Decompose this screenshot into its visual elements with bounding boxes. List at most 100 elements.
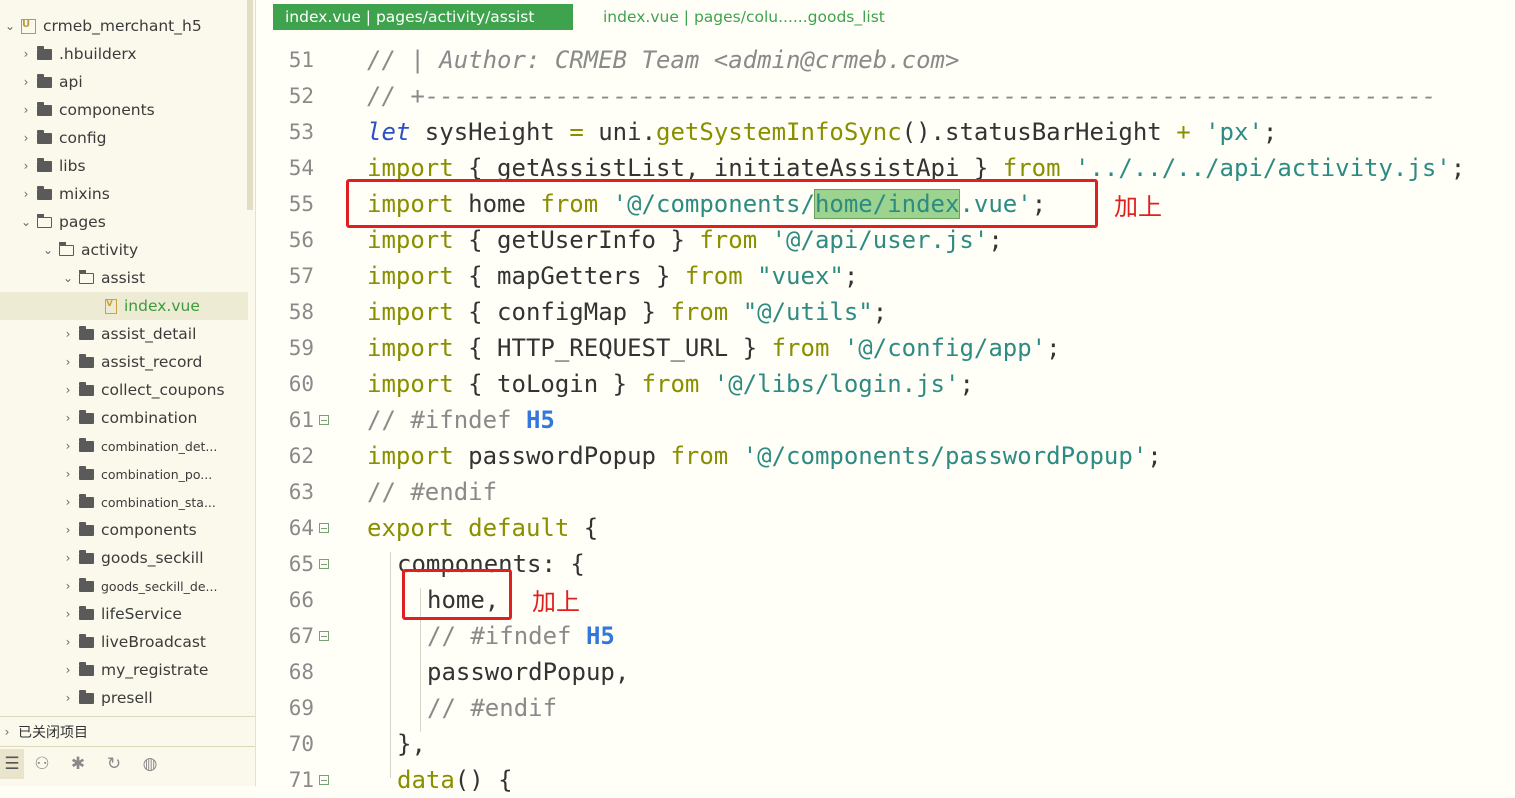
code-line[interactable]: 51 // | Author: CRMEB Team <admin@crmeb.c… <box>258 42 1515 78</box>
folder-item[interactable]: › combination_po... <box>0 460 248 488</box>
tree-item-label: index.vue <box>124 297 200 315</box>
binoculars-icon[interactable]: ⚇ <box>24 749 60 779</box>
bug-icon[interactable]: ✱ <box>60 749 96 779</box>
folder-item[interactable]: › combination_sta... <box>0 488 248 516</box>
folder-item[interactable]: › presell <box>0 684 248 712</box>
chevron-right-icon[interactable]: › <box>61 411 75 425</box>
chevron-right-icon[interactable]: › <box>19 131 33 145</box>
code-line[interactable]: 57 import { mapGetters } from "vuex"; <box>258 258 1515 294</box>
chevron-right-icon[interactable]: › <box>61 579 75 593</box>
chevron-right-icon[interactable]: › <box>61 607 75 621</box>
folder-item[interactable]: ⌄ activity <box>0 236 248 264</box>
code-token: { <box>569 514 599 542</box>
chevron-right-icon[interactable]: › <box>19 75 33 89</box>
chevron-right-icon[interactable]: › <box>61 439 75 453</box>
code-line[interactable]: 59 import { HTTP_REQUEST_URL } from '@/co… <box>258 330 1515 366</box>
code-line[interactable]: 71 data() { <box>258 762 1515 798</box>
folder-item[interactable]: › api <box>0 68 248 96</box>
code-text: import { mapGetters } from "vuex"; <box>333 262 858 290</box>
explorer-icon[interactable]: ☰ <box>0 748 24 779</box>
chevron-down-icon[interactable]: ⌄ <box>19 215 33 229</box>
code-line[interactable]: 64 export default { <box>258 510 1515 546</box>
chevron-right-icon[interactable]: › <box>61 551 75 565</box>
code-token: }, <box>397 730 426 758</box>
chevron-right-icon[interactable]: › <box>61 383 75 397</box>
chevron-right-icon[interactable]: › <box>61 663 75 677</box>
folder-item[interactable]: ⌄ assist <box>0 264 248 292</box>
project-item[interactable]: ⌄ Ucrmeb_merchant_h5 <box>0 12 248 40</box>
chevron-right-icon[interactable]: › <box>61 691 75 705</box>
chevron-right-icon[interactable]: › <box>19 159 33 173</box>
chevron-right-icon[interactable]: › <box>19 187 33 201</box>
folder-item[interactable]: › combination <box>0 404 248 432</box>
code-line[interactable]: 61 // #ifndef H5 <box>258 402 1515 438</box>
closed-projects-section[interactable]: › 已关闭项目 <box>0 716 255 746</box>
code-token: let <box>367 118 411 146</box>
folder-item[interactable]: › components <box>0 96 248 124</box>
tab-goods-list-index[interactable]: index.vue | pages/colu......goods_list <box>591 4 897 30</box>
code-token: ().statusBarHeight <box>901 118 1177 146</box>
folder-item[interactable]: › components <box>0 516 248 544</box>
annotation-note-components: 加上 <box>532 588 580 616</box>
annotation-box-import-home <box>346 179 1098 228</box>
fold-toggle-icon[interactable] <box>319 559 329 569</box>
code-token: // #ifndef <box>367 406 526 434</box>
folder-item[interactable]: › assist_detail <box>0 320 248 348</box>
folder-item[interactable]: › goods_seckill_de... <box>0 572 248 600</box>
folder-item[interactable]: › lifeService <box>0 600 248 628</box>
folder-item[interactable]: › combination_det... <box>0 432 248 460</box>
fold-toggle-icon[interactable] <box>319 631 329 641</box>
chevron-right-icon[interactable]: › <box>61 523 75 537</box>
folder-item[interactable]: › config <box>0 124 248 152</box>
indent-guide <box>390 552 391 778</box>
chevron-down-icon[interactable]: ⌄ <box>3 19 17 33</box>
folder-icon <box>79 689 94 704</box>
chevron-right-icon[interactable]: › <box>61 327 75 341</box>
fold-toggle-icon[interactable] <box>319 775 329 785</box>
folder-item[interactable]: › assist_record <box>0 348 248 376</box>
chevron-right-icon[interactable]: › <box>61 355 75 369</box>
code-line[interactable]: 68 passwordPopup, <box>258 654 1515 690</box>
fold-toggle-icon[interactable] <box>319 523 329 533</box>
annotation-box-components-home <box>402 569 512 620</box>
file-item[interactable]: Vindex.vue <box>0 292 248 320</box>
code-editor[interactable]: 51 // | Author: CRMEB Team <admin@crmeb.c… <box>258 42 1515 794</box>
folder-item[interactable]: › libs <box>0 152 248 180</box>
chevron-down-icon[interactable]: ⌄ <box>41 243 55 257</box>
folder-item[interactable]: › my_registrate <box>0 656 248 684</box>
chevron-right-icon[interactable]: › <box>61 635 75 649</box>
code-token: ; <box>1262 118 1278 146</box>
tab-assist-index[interactable]: index.vue | pages/activity/assist <box>273 4 573 30</box>
code-token: ; <box>959 370 974 398</box>
code-line[interactable]: 63 // #endif <box>258 474 1515 510</box>
code-token: // +------------------------------------… <box>367 82 1437 110</box>
code-token: // #endif <box>367 478 498 506</box>
fold-toggle-icon[interactable] <box>319 415 329 425</box>
folder-item[interactable]: › .hbuilderx <box>0 40 248 68</box>
folder-item[interactable]: › liveBroadcast <box>0 628 248 656</box>
code-line[interactable]: 52 // +----------------------------------… <box>258 78 1515 114</box>
folder-item[interactable]: ⌄ pages <box>0 208 248 236</box>
folder-item[interactable]: › mixins <box>0 180 248 208</box>
code-line[interactable]: 69 // #endif <box>258 690 1515 726</box>
refresh-search-icon[interactable]: ↻ <box>96 749 132 779</box>
editor-tab-bar: index.vue | pages/activity/assist index.… <box>258 0 1515 34</box>
tree-item-label: liveBroadcast <box>101 633 206 651</box>
sidebar-scrollbar[interactable] <box>247 0 253 210</box>
code-line[interactable]: 58 import { configMap } from "@/utils"; <box>258 294 1515 330</box>
code-line[interactable]: 62 import passwordPopup from '@/component… <box>258 438 1515 474</box>
chevron-down-icon[interactable]: ⌄ <box>61 271 75 285</box>
folder-item[interactable]: › collect_coupons <box>0 376 248 404</box>
code-line[interactable]: 53 let sysHeight = uni.getSystemInfoSync(… <box>258 114 1515 150</box>
code-line[interactable]: 70}, <box>258 726 1515 762</box>
chevron-right-icon[interactable]: › <box>61 495 75 509</box>
code-line[interactable]: 60 import { toLogin } from '@/libs/login.… <box>258 366 1515 402</box>
tree-item-label: .hbuilderx <box>59 45 137 63</box>
code-line[interactable]: 67 // #ifndef H5 <box>258 618 1515 654</box>
globe-icon[interactable]: ◍ <box>132 749 168 779</box>
code-text: // #ifndef H5 <box>333 406 555 434</box>
chevron-right-icon[interactable]: › <box>19 47 33 61</box>
chevron-right-icon[interactable]: › <box>19 103 33 117</box>
chevron-right-icon[interactable]: › <box>61 467 75 481</box>
folder-item[interactable]: › goods_seckill <box>0 544 248 572</box>
